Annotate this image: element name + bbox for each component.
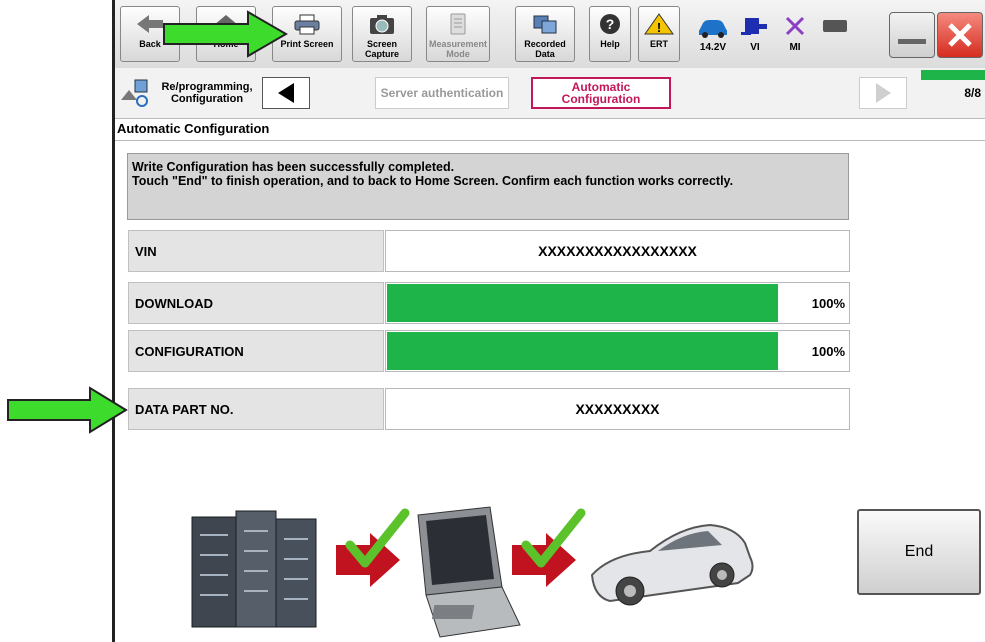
configuration-progress-fill: [387, 332, 778, 370]
recorded-data-label-2: Data: [535, 49, 555, 59]
step-reprogramming: Re/programming, Configuration: [157, 77, 257, 109]
mi-status: MI: [775, 10, 815, 60]
svg-text:?: ?: [606, 16, 615, 32]
car-battery-icon: [699, 20, 727, 38]
mi-icon: [785, 16, 805, 36]
download-label: DOWNLOAD: [128, 282, 384, 324]
step-next-button[interactable]: [859, 77, 907, 109]
end-button[interactable]: End: [857, 509, 981, 595]
download-progress-fill: [387, 284, 778, 322]
reprogramming-icon: [121, 79, 148, 107]
help-button[interactable]: ? Help: [589, 6, 631, 62]
help-icon: ?: [600, 14, 620, 34]
recorded-data-label-1: Recorded: [524, 39, 566, 49]
step-auto-label-2: Configuration: [561, 92, 641, 106]
close-icon: [948, 23, 972, 47]
vin-label: VIN: [128, 230, 384, 272]
printer-icon: [294, 14, 320, 35]
page-counter-label: 8/8: [964, 86, 981, 100]
screen-capture-label-1: Screen: [366, 39, 398, 49]
vi-status: VI: [735, 10, 775, 60]
data-part-value: XXXXXXXXX: [385, 388, 850, 430]
step-automatic-configuration: Automatic Configuration: [531, 77, 671, 109]
close-button[interactable]: [937, 12, 983, 58]
voltage-status: 14.2V: [693, 10, 733, 60]
download-percent: 100%: [811, 295, 845, 311]
svg-text:!: !: [657, 20, 661, 35]
message-line-1: Write Configuration has been successfull…: [132, 160, 455, 174]
end-label: End: [904, 543, 934, 560]
message-line-2: Touch "End" to finish operation, and to …: [132, 174, 734, 188]
step-back-button[interactable]: [262, 77, 310, 109]
battery-status: [815, 10, 855, 60]
vin-value: XXXXXXXXXXXXXXXXX: [385, 230, 850, 272]
recorded-data-button[interactable]: Recorded Data: [515, 6, 575, 62]
divider: [115, 140, 985, 141]
screen-capture-button[interactable]: Screen Capture: [352, 6, 412, 62]
battery-icon: [823, 20, 847, 32]
callout-arrow-part: [7, 386, 128, 434]
arrow-check-icon-2: [512, 508, 586, 587]
recorded-data-icon: [533, 15, 557, 34]
callout-arrow-print: [163, 10, 288, 58]
ert-label: ERT: [650, 39, 668, 49]
configuration-percent: 100%: [811, 343, 845, 359]
configuration-progress: 100%: [385, 330, 850, 372]
step-reprogramming-label-2: Configuration: [170, 93, 244, 105]
vi-label: VI: [750, 42, 760, 53]
data-part-label: DATA PART NO.: [128, 388, 384, 430]
screen-capture-label-2: Capture: [364, 49, 399, 59]
page-counter: 8/8: [921, 77, 985, 109]
process-illustration: [191, 506, 754, 638]
help-label: Help: [600, 39, 620, 49]
triangle-right-icon: [876, 83, 891, 103]
download-progress: 100%: [385, 282, 850, 324]
minimize-button[interactable]: [889, 12, 935, 58]
status-message: Write Configuration has been successfull…: [127, 153, 849, 220]
back-arrow-icon: [137, 15, 163, 33]
triangle-left-icon: [278, 83, 294, 103]
step-bar: Re/programming, Configuration Server auth…: [115, 68, 985, 119]
camera-icon: [370, 15, 394, 34]
measurement-icon: [450, 13, 466, 35]
configuration-label: CONFIGURATION: [128, 330, 384, 372]
arrow-check-icon-1: [336, 508, 410, 587]
laptop-icon: [417, 506, 521, 638]
measurement-label-2: Mode: [446, 49, 470, 59]
step-reprogramming-label-1: Re/programming,: [161, 81, 253, 93]
step-server-label: Server authentication: [380, 86, 504, 100]
server-icon: [191, 510, 317, 628]
car-icon: [590, 523, 754, 606]
step-server-authentication: Server authentication: [375, 77, 509, 109]
measurement-mode-button[interactable]: Measurement Mode: [426, 6, 490, 62]
ert-button[interactable]: ! ERT: [638, 6, 680, 62]
voltage-label: 14.2V: [699, 42, 727, 53]
minimize-icon: [898, 39, 926, 44]
section-title: Automatic Configuration: [117, 121, 270, 136]
measurement-label-1: Measurement: [428, 39, 488, 49]
vi-icon: [741, 18, 767, 35]
mi-label: MI: [789, 42, 801, 53]
warning-icon: !: [644, 13, 674, 35]
